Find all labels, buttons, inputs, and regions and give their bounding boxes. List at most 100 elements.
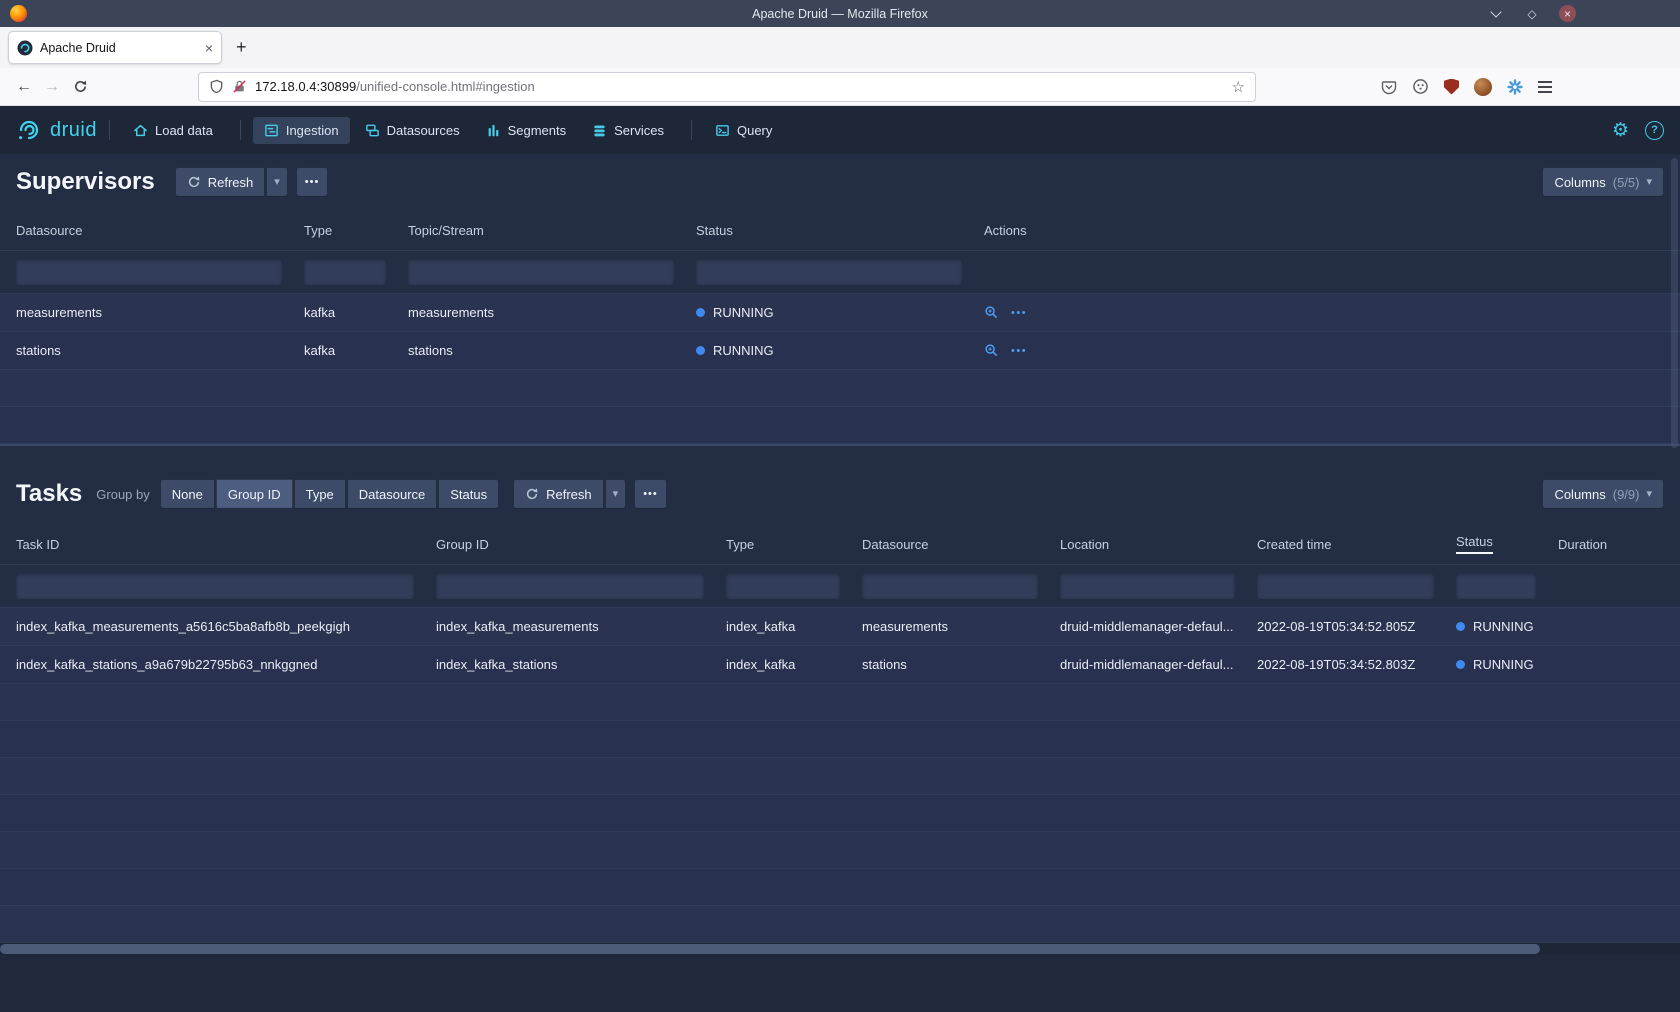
supervisors-columns-button[interactable]: Columns (5/5) ▾ [1542, 167, 1664, 197]
column-header-topic-stream[interactable]: Topic/Stream [408, 223, 696, 238]
group-by-none-button[interactable]: None [160, 479, 215, 509]
filter-status-input[interactable] [1456, 573, 1536, 599]
nav-services[interactable]: Services [581, 117, 675, 144]
task-row-measurements[interactable]: index_kafka_measurements_a5616c5ba8afb8b… [0, 608, 1680, 646]
group-by-label: Group by [96, 487, 149, 502]
nav-query[interactable]: Query [704, 117, 783, 144]
group-by-group-id-button[interactable]: Group ID [216, 479, 293, 509]
extension-pinwheel-icon[interactable] [1507, 79, 1523, 95]
group-by-type-button[interactable]: Type [294, 479, 346, 509]
pocket-icon[interactable] [1381, 79, 1397, 95]
druid-logo-icon [16, 119, 42, 141]
tasks-columns-button[interactable]: Columns (9/9) ▾ [1542, 479, 1664, 509]
nav-datasources[interactable]: Datasources [354, 117, 471, 144]
filter-type-input[interactable] [726, 573, 840, 599]
column-header-actions: Actions [984, 223, 1680, 238]
close-window-button[interactable]: × [1559, 5, 1576, 22]
datasource-cell: stations [16, 343, 304, 358]
forward-button[interactable]: → [38, 74, 66, 100]
horizontal-scrollbar-thumb[interactable] [0, 944, 1540, 954]
column-header-group-id[interactable]: Group ID [436, 537, 726, 552]
minimize-button[interactable] [1487, 5, 1505, 23]
new-tab-button[interactable]: + [236, 37, 247, 58]
group-by-datasource-button[interactable]: Datasource [347, 479, 437, 509]
supervisors-refresh-caret-button[interactable]: ▾ [266, 167, 288, 197]
help-icon[interactable]: ? [1645, 121, 1664, 140]
filter-status-input[interactable] [696, 259, 962, 285]
type-cell: index_kafka [726, 657, 862, 672]
group-id-cell: index_kafka_measurements [436, 619, 726, 634]
filter-datasource-input[interactable] [862, 573, 1038, 599]
nav-load-data[interactable]: Load data [122, 117, 224, 144]
browser-tab-apache-druid[interactable]: Apache Druid × [8, 31, 222, 64]
task-row-stations[interactable]: index_kafka_stations_a9a679b22795b63_nnk… [0, 646, 1680, 684]
row-actions-menu-icon[interactable]: ••• [1011, 307, 1027, 319]
divider [109, 120, 110, 140]
reload-button[interactable] [66, 74, 94, 100]
tasks-refresh-caret-button[interactable]: ▾ [605, 479, 627, 509]
magnify-icon[interactable] [984, 305, 999, 320]
supervisors-table-body: measurements kafka measurements RUNNING [0, 294, 1680, 444]
status-dot-icon [696, 308, 705, 317]
gear-icon[interactable]: ⚙ [1612, 121, 1629, 140]
column-header-datasource[interactable]: Datasource [16, 223, 304, 238]
empty-table-row [0, 407, 1680, 444]
column-header-duration[interactable]: Duration [1558, 537, 1680, 552]
row-actions-menu-icon[interactable]: ••• [1011, 345, 1027, 357]
empty-table-row [0, 869, 1680, 906]
column-header-task-id[interactable]: Task ID [16, 537, 436, 552]
column-header-datasource[interactable]: Datasource [862, 537, 1060, 552]
horizontal-scrollbar[interactable] [0, 943, 1680, 955]
filter-group-id-input[interactable] [436, 573, 704, 599]
window-titlebar: Apache Druid — Mozilla Firefox ◇ × [0, 0, 1680, 27]
supervisor-row-stations[interactable]: stations kafka stations RUNNING [0, 332, 1680, 370]
status-cell: RUNNING [696, 343, 984, 358]
tasks-refresh-group: Refresh ▾ [513, 479, 626, 509]
supervisors-refresh-button[interactable]: Refresh [175, 167, 266, 197]
column-header-created-time[interactable]: Created time [1257, 537, 1456, 552]
insecure-lock-icon[interactable] [232, 79, 247, 94]
magnify-icon[interactable] [984, 343, 999, 358]
empty-table-row [0, 684, 1680, 721]
column-header-location[interactable]: Location [1060, 537, 1257, 552]
column-header-type[interactable]: Type [304, 223, 408, 238]
druid-logo[interactable]: druid [16, 119, 97, 142]
nav-segments[interactable]: Segments [475, 117, 578, 144]
column-header-type[interactable]: Type [726, 537, 862, 552]
location-cell: druid-middlemanager-defaul... [1060, 619, 1257, 634]
url-bar[interactable]: 172.18.0.4:30899/unified-console.html#in… [198, 72, 1256, 102]
nav-ingestion[interactable]: Ingestion [253, 117, 350, 144]
menu-icon[interactable] [1538, 81, 1552, 93]
filter-location-input[interactable] [1060, 573, 1235, 599]
group-by-status-button[interactable]: Status [438, 479, 499, 509]
back-button[interactable]: ← [10, 74, 38, 100]
tracking-shield-icon[interactable] [209, 79, 224, 94]
column-header-status-sorted[interactable]: Status [1456, 534, 1558, 554]
filter-datasource-input[interactable] [16, 259, 282, 285]
tasks-refresh-button[interactable]: Refresh [513, 479, 604, 509]
account-badge-icon[interactable] [1412, 78, 1429, 95]
supervisors-more-button[interactable]: ••• [296, 167, 329, 197]
toolbar-extensions [1381, 78, 1552, 96]
tab-close-icon[interactable]: × [205, 40, 213, 56]
window-controls: ◇ × [1487, 0, 1576, 27]
tasks-more-button[interactable]: ••• [634, 479, 667, 509]
filter-created-time-input[interactable] [1257, 573, 1434, 599]
supervisors-title: Supervisors [16, 168, 155, 196]
profile-avatar[interactable] [1474, 78, 1492, 96]
filter-topic-stream-input[interactable] [408, 259, 674, 285]
nav-label: Load data [155, 123, 213, 138]
gantt-chart-icon [264, 123, 279, 138]
empty-table-row [0, 795, 1680, 832]
filter-type-input[interactable] [304, 259, 386, 285]
column-header-status[interactable]: Status [696, 223, 984, 238]
supervisor-row-measurements[interactable]: measurements kafka measurements RUNNING [0, 294, 1680, 332]
task-id-cell: index_kafka_measurements_a5616c5ba8afb8b… [16, 619, 436, 634]
vertical-scrollbar-thumb[interactable] [1671, 158, 1678, 448]
location-cell: druid-middlemanager-defaul... [1060, 657, 1257, 672]
maximize-button[interactable]: ◇ [1523, 5, 1541, 23]
ublock-shield-icon[interactable] [1444, 79, 1459, 95]
url-text[interactable]: 172.18.0.4:30899/unified-console.html#in… [255, 79, 1224, 94]
filter-task-id-input[interactable] [16, 573, 414, 599]
bookmark-star-icon[interactable]: ☆ [1232, 78, 1245, 96]
